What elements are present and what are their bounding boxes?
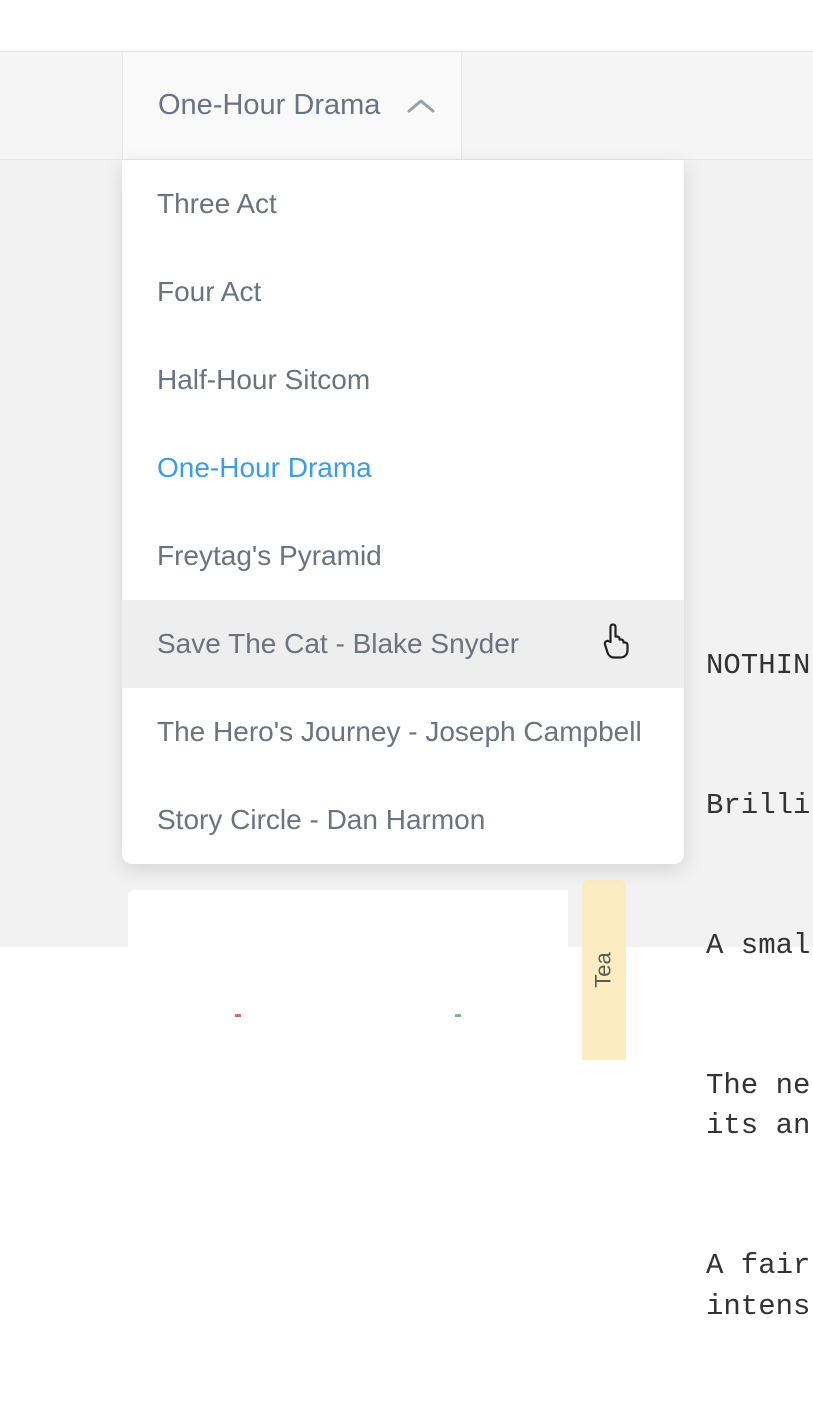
dropdown-item-freytags-pyramid[interactable]: Freytag's Pyramid <box>122 512 684 600</box>
structure-dropdown-menu: Three Act Four Act Half-Hour Sitcom One-… <box>122 160 684 864</box>
dropdown-item-label: One-Hour Drama <box>157 452 372 483</box>
dropdown-item-label: Three Act <box>157 188 277 219</box>
teaser-tag[interactable]: Tea <box>582 880 626 1060</box>
bottom-panel: - - <box>128 890 568 1090</box>
dropdown-item-three-act[interactable]: Three Act <box>122 160 684 248</box>
green-marker: - <box>348 890 568 1090</box>
top-bar <box>0 0 813 52</box>
dropdown-item-label: The Hero's Journey - Joseph Campbell <box>157 716 642 747</box>
dropdown-item-label: Freytag's Pyramid <box>157 540 382 571</box>
dropdown-item-four-act[interactable]: Four Act <box>122 248 684 336</box>
chevron-up-icon <box>406 97 436 115</box>
dropdown-current-label: One-Hour Drama <box>158 89 380 122</box>
dropdown-item-label: Story Circle - Dan Harmon <box>157 804 485 835</box>
script-preview: NOTHIN Brilli A smal The ne its an A fai… <box>706 565 810 1426</box>
pointer-cursor-icon <box>600 622 634 667</box>
script-line: Brilli <box>706 786 810 827</box>
dropdown-item-label: Four Act <box>157 276 261 307</box>
header-section: One-Hour Drama <box>0 52 813 160</box>
script-line: The ne its an <box>706 1066 810 1147</box>
dropdown-item-label: Save The Cat - Blake Snyder <box>157 628 519 659</box>
structure-dropdown-button[interactable]: One-Hour Drama <box>122 52 462 159</box>
red-marker: - <box>128 890 348 1090</box>
dropdown-item-label: Half-Hour Sitcom <box>157 364 370 395</box>
script-line: A smal <box>706 926 810 967</box>
dropdown-item-story-circle[interactable]: Story Circle - Dan Harmon <box>122 776 684 864</box>
dropdown-item-half-hour-sitcom[interactable]: Half-Hour Sitcom <box>122 336 684 424</box>
dropdown-item-one-hour-drama[interactable]: One-Hour Drama <box>122 424 684 512</box>
script-line: A fair intens <box>706 1246 810 1327</box>
script-line: NOTHIN <box>706 646 810 687</box>
dropdown-item-save-the-cat[interactable]: Save The Cat - Blake Snyder <box>122 600 684 688</box>
teaser-label: Tea <box>591 952 617 987</box>
dropdown-item-heros-journey[interactable]: The Hero's Journey - Joseph Campbell <box>122 688 684 776</box>
